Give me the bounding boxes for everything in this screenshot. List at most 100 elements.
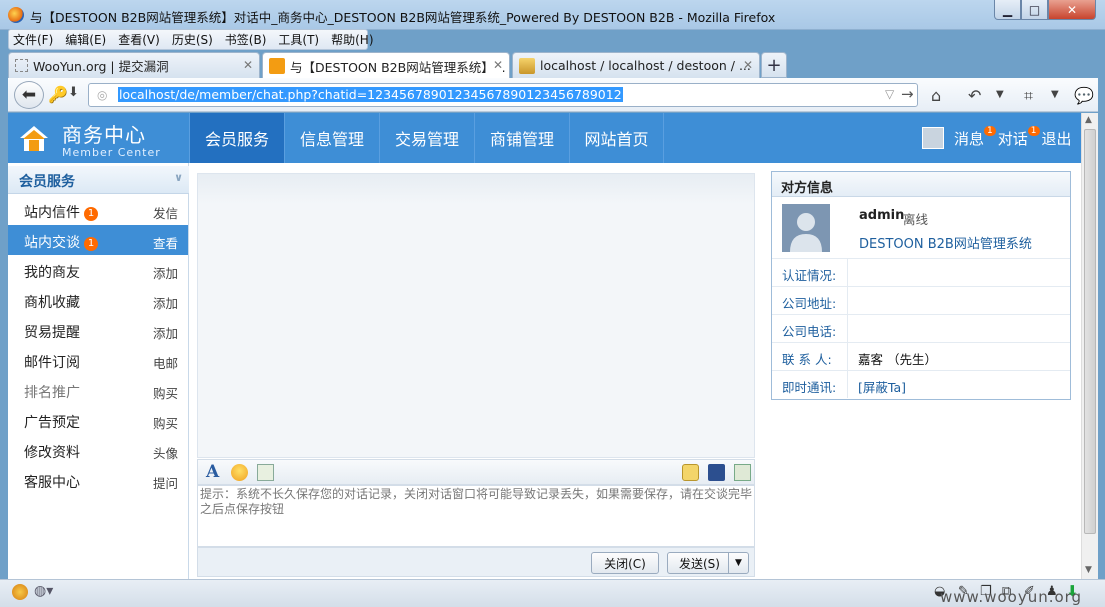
back-button[interactable]: ⬅ [14, 81, 44, 109]
nav-member-service[interactable]: 会员服务 [189, 113, 284, 163]
chevron-down-icon[interactable]: ▼ [728, 553, 748, 573]
dropdown-arrow-icon[interactable]: ▽ [885, 87, 894, 101]
emoji-icon[interactable] [231, 464, 248, 481]
tab-destoon-chat[interactable]: 与【DESTOON B2B网站管理系统】... ✕ [262, 52, 510, 79]
addon-icon[interactable] [12, 584, 28, 600]
close-tab-icon[interactable]: ✕ [492, 58, 503, 72]
close-tab-icon[interactable]: ✕ [743, 58, 753, 72]
menu-edit[interactable]: 编辑(E) [65, 31, 106, 48]
send-button[interactable]: 发送(S) ▼ [667, 552, 749, 574]
nav-info-management[interactable]: 信息管理 [284, 113, 379, 163]
sidebar-action-link[interactable]: 电邮 [153, 353, 178, 372]
window-title: 与【DESTOON B2B网站管理系统】对话中_商务中心_DESTOON B2B… [30, 10, 776, 25]
menu-history[interactable]: 历史(S) [172, 31, 213, 48]
chat-history[interactable] [197, 173, 755, 458]
watermark: www.wooyun.org [940, 588, 1083, 606]
chevron-down-icon[interactable]: ∨ [174, 171, 183, 184]
info-row-label: 公司电话: [782, 324, 837, 339]
sidebar-item-label: 我的商友 [24, 265, 80, 281]
chat-footer: 关闭(C) 发送(S) ▼ [197, 547, 755, 577]
crop-icon[interactable]: ⌗ [1024, 86, 1033, 106]
download-icon[interactable]: ⬇ [68, 85, 79, 100]
sidebar-item-trade-alert[interactable]: 贸易提醒 添加 [8, 315, 188, 345]
minimize-button[interactable]: ▁ [994, 0, 1021, 20]
insert-file-icon[interactable] [257, 464, 274, 481]
go-arrow-icon[interactable]: → [901, 85, 914, 103]
address-bar[interactable]: ◎ localhost/de/member/chat.php?chatid=12… [88, 83, 918, 107]
save-icon[interactable] [708, 464, 725, 481]
chat-bubble-icon[interactable]: 💬 [1074, 86, 1094, 105]
nav-site-home[interactable]: 网站首页 [569, 113, 664, 163]
talk-count-badge: 1 [1027, 126, 1040, 136]
sidebar-item-chat[interactable]: 站内交谈 1 查看 [8, 225, 188, 255]
menu-bookmarks[interactable]: 书签(B) [225, 31, 267, 48]
page-content: 商务中心 Member Center 会员服务 信息管理 交易管理 商铺管理 网… [8, 113, 1081, 579]
home-logo-icon [20, 126, 48, 151]
sidebar-action-link[interactable]: 添加 [153, 323, 178, 342]
page-scrollbar[interactable]: ▲ ▼ [1081, 113, 1098, 579]
sidebar-action-link[interactable]: 购买 [153, 383, 178, 402]
font-icon[interactable]: A [206, 462, 223, 482]
user-avatar-icon[interactable] [922, 127, 944, 149]
nav-shop-management[interactable]: 商铺管理 [474, 113, 569, 163]
info-row-label: 联 系 人: [782, 352, 832, 367]
chevron-down-icon[interactable]: ▼ [1051, 89, 1059, 100]
sidebar-item-label: 站内交谈 [24, 235, 80, 251]
globe-icon[interactable]: ◍▾ [34, 583, 53, 599]
sidebar: 会员服务 ∨ 站内信件 1 发信 站内交谈 1 查看 我的商友 添加 商机收藏 添加… [8, 163, 189, 579]
scroll-thumb[interactable] [1084, 129, 1096, 534]
chat-toolbar: A [197, 459, 755, 485]
menu-file[interactable]: 文件(F) [13, 31, 53, 48]
close-chat-button[interactable]: 关闭(C) [591, 552, 659, 574]
close-window-button[interactable]: ✕ [1048, 0, 1096, 20]
info-title: 对方信息 [772, 172, 1070, 197]
tab-phpmyadmin[interactable]: localhost / localhost / destoon / ... ✕ [512, 52, 760, 78]
sidebar-item-mail-subscribe[interactable]: 邮件订阅 电邮 [8, 345, 188, 375]
chevron-down-icon[interactable]: ▼ [996, 89, 1004, 100]
scroll-up-icon[interactable]: ▲ [1085, 115, 1092, 125]
scroll-down-icon[interactable]: ▼ [1085, 565, 1092, 575]
chat-input[interactable]: 提示：系统不长久保存您的对话记录，关闭对话窗口将可能导致记录丢失，如果需要保存，… [197, 485, 755, 547]
sidebar-title[interactable]: 会员服务 ∨ [8, 166, 189, 194]
maximize-button[interactable]: □ [1021, 0, 1048, 20]
sidebar-action-link[interactable]: 添加 [153, 293, 178, 312]
sidebar-item-friends[interactable]: 我的商友 添加 [8, 255, 188, 285]
talk-link[interactable]: 对话 [998, 128, 1028, 149]
sidebar-item-label: 贸易提醒 [24, 325, 80, 341]
home-icon[interactable]: ⌂ [931, 86, 941, 105]
menu-tools[interactable]: 工具(T) [278, 31, 319, 48]
messages-count-badge: 1 [984, 126, 996, 136]
tab-wooyun[interactable]: WooYun.org | 提交漏洞 ✕ [8, 52, 260, 78]
sidebar-item-messages[interactable]: 站内信件 1 发信 [8, 195, 188, 225]
menu-view[interactable]: 查看(V) [118, 31, 160, 48]
sidebar-item-ranking[interactable]: 排名推广 购买 [8, 375, 188, 405]
block-user-link[interactable]: [屏蔽Ta] [858, 377, 906, 396]
sidebar-title-text: 会员服务 [19, 174, 75, 190]
sidebar-action-link[interactable]: 头像 [153, 443, 178, 462]
sidebar-action-link[interactable]: 发信 [153, 203, 178, 222]
info-row: 联 系 人: 嘉客 （先生） [772, 342, 1070, 370]
firefox-icon [8, 7, 24, 23]
messages-link[interactable]: 消息 [954, 128, 984, 149]
sidebar-item-ad-booking[interactable]: 广告预定 购买 [8, 405, 188, 435]
logo[interactable]: 商务中心 Member Center [18, 119, 161, 159]
sidebar-item-support[interactable]: 客服中心 提问 [8, 465, 188, 495]
undo-icon[interactable]: ↶ [968, 86, 981, 105]
history-icon[interactable] [734, 464, 751, 481]
sidebar-action-link[interactable]: 购买 [153, 413, 178, 432]
close-tab-icon[interactable]: ✕ [243, 58, 253, 72]
nav-trade-management[interactable]: 交易管理 [379, 113, 474, 163]
sidebar-action-link[interactable]: 添加 [153, 263, 178, 282]
globe-icon: ◎ [97, 88, 108, 102]
sidebar-item-favorites[interactable]: 商机收藏 添加 [8, 285, 188, 315]
sidebar-action-link[interactable]: 查看 [153, 233, 178, 252]
notice-icon[interactable] [682, 464, 699, 481]
page-icon [15, 59, 28, 72]
new-tab-button[interactable]: + [761, 52, 787, 78]
company-link[interactable]: DESTOON B2B网站管理系统 [859, 233, 1032, 252]
url-text[interactable]: localhost/de/member/chat.php?chatid=1234… [118, 87, 623, 102]
logout-link[interactable]: 退出 [1042, 128, 1072, 149]
sidebar-item-edit-profile[interactable]: 修改资料 头像 [8, 435, 188, 465]
menu-help[interactable]: 帮助(H) [331, 31, 373, 48]
sidebar-action-link[interactable]: 提问 [153, 473, 178, 492]
